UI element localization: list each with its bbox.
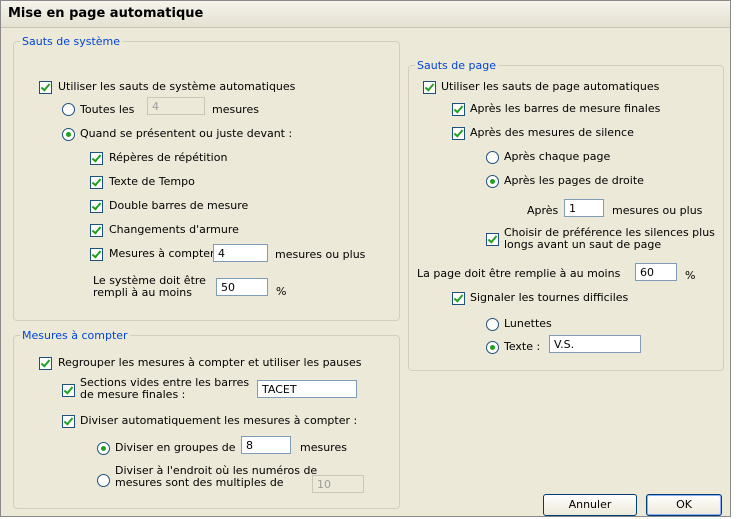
every-n-measures-unit: mesures: [212, 103, 259, 116]
tempo-text-checkbox[interactable]: [90, 176, 103, 189]
after-final-barlines-checkbox[interactable]: [452, 103, 465, 116]
group-multirests-checkbox[interactable]: [39, 357, 52, 370]
group-multirests-label: Regrouper les mesures à compter et utili…: [58, 356, 362, 369]
system-fill-label-line2: rempli à au moins: [93, 286, 193, 299]
split-groups-radio[interactable]: [97, 442, 110, 455]
difficult-turns-label: Signaler les tournes difficiles: [470, 291, 629, 304]
every-page-label: Après chaque page: [504, 150, 611, 163]
multirests-input[interactable]: [213, 244, 268, 262]
page-fill-input[interactable]: [635, 263, 677, 281]
rehearsal-marks-label: Répères de répétition: [109, 151, 228, 164]
every-n-measures-radio[interactable]: [62, 103, 75, 116]
split-multiples-label-line2: mesures sont des multiples de: [115, 476, 284, 489]
auto-split-checkbox[interactable]: [62, 415, 75, 428]
multirests-label: Mesures à compter: [109, 247, 215, 260]
right-pages-label: Après les pages de droite: [504, 174, 644, 187]
glasses-label: Lunettes: [504, 317, 552, 330]
every-n-measures-input[interactable]: [147, 97, 205, 115]
page-breaks-legend: Sauts de page: [417, 59, 496, 72]
double-barlines-checkbox[interactable]: [90, 200, 103, 213]
tempo-text-label: Texte de Tempo: [109, 175, 195, 188]
auto-system-breaks-label: Utiliser les sauts de système automatiqu…: [58, 80, 296, 93]
after-n-unit: mesures ou plus: [612, 204, 703, 217]
auto-page-breaks-label: Utiliser les sauts de page automatiques: [441, 80, 660, 93]
auto-split-label: Diviser automatiquement les mesures à co…: [80, 414, 358, 427]
every-page-radio[interactable]: [486, 151, 499, 164]
split-groups-unit: mesures: [300, 441, 347, 454]
key-changes-label: Changements d'armure: [109, 223, 239, 236]
after-n-label: Après: [527, 204, 559, 217]
multirests-unit: mesures ou plus: [275, 248, 366, 261]
dialog-window: Mise en page automatique Sauts de systèm…: [0, 0, 731, 517]
key-changes-checkbox[interactable]: [90, 224, 103, 237]
when-present-radio[interactable]: [62, 128, 75, 141]
page-fill-percent: %: [685, 269, 696, 282]
double-barlines-label: Double barres de mesure: [109, 199, 249, 212]
right-pages-radio[interactable]: [486, 175, 499, 188]
system-breaks-group: Sauts de système: [13, 35, 400, 321]
split-groups-label: Diviser en groupes de: [115, 441, 236, 454]
page-fill-label: La page doit être remplie à au moins: [417, 267, 621, 280]
dialog-title: Mise en page automatique: [8, 6, 204, 21]
ok-button[interactable]: OK: [646, 494, 722, 516]
auto-page-breaks-checkbox[interactable]: [423, 81, 436, 94]
prefer-long-rests-checkbox[interactable]: [486, 233, 499, 246]
system-fill-input[interactable]: [216, 278, 268, 296]
cancel-button[interactable]: Annuler: [543, 494, 637, 516]
title-bar: Mise en page automatique: [1, 1, 730, 28]
empty-sections-input[interactable]: [257, 380, 357, 398]
after-final-barlines-label: Après les barres de mesure finales: [470, 102, 661, 115]
difficult-turns-checkbox[interactable]: [452, 292, 465, 305]
system-breaks-legend: Sauts de système: [22, 35, 121, 48]
empty-sections-label-line2: de mesure finales :: [80, 388, 186, 401]
multirests-legend: Mesures à compter: [22, 329, 128, 342]
split-multiples-input[interactable]: [312, 475, 364, 493]
auto-system-breaks-checkbox[interactable]: [39, 81, 52, 94]
after-rests-checkbox[interactable]: [452, 127, 465, 140]
every-n-measures-label: Toutes les: [80, 103, 135, 116]
system-fill-percent: %: [276, 285, 287, 298]
rehearsal-marks-checkbox[interactable]: [90, 152, 103, 165]
split-groups-input[interactable]: [241, 436, 291, 454]
prefer-long-rests-label-line2: longs avant un saut de page: [504, 238, 662, 251]
after-n-input[interactable]: [564, 199, 604, 217]
when-present-label: Quand se présentent ou juste devant :: [80, 127, 293, 140]
text-radio[interactable]: [486, 341, 499, 354]
split-multiples-radio[interactable]: [97, 474, 110, 487]
multirests-checkbox[interactable]: [90, 248, 103, 261]
text-label: Texte :: [504, 340, 541, 353]
after-rests-label: Après des mesures de silence: [470, 126, 634, 139]
text-input[interactable]: [549, 335, 641, 353]
glasses-radio[interactable]: [486, 318, 499, 331]
empty-sections-checkbox[interactable]: [62, 384, 75, 397]
